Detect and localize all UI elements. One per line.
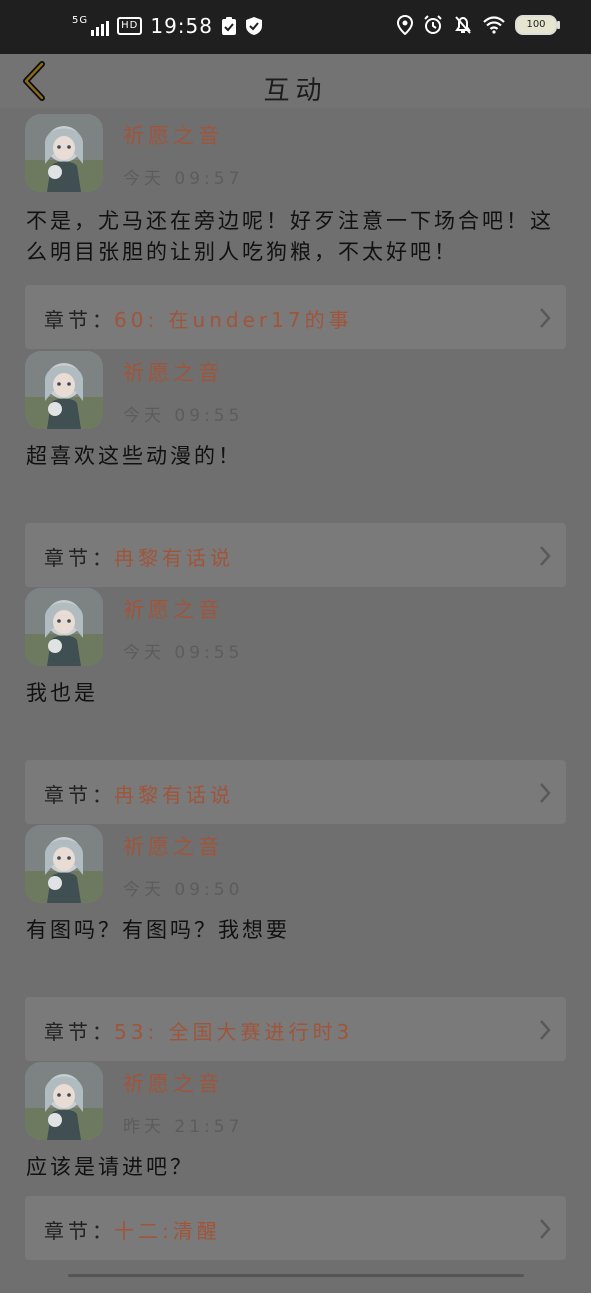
checklist-icon	[222, 17, 236, 35]
chevron-right-icon	[540, 308, 551, 328]
avatar[interactable]	[25, 114, 103, 192]
chapter-link[interactable]: 章节： 53: 全国大赛进行时3	[25, 997, 566, 1061]
chapter-name: 60: 在under17的事	[114, 308, 353, 332]
app-header: 互动	[0, 54, 591, 108]
comment-time: 昨天 21:57	[123, 1117, 244, 1137]
chapter-label: 章节：	[44, 546, 116, 570]
username[interactable]: 祈愿之音	[123, 1068, 223, 1098]
alarm-icon	[424, 15, 442, 34]
chapter-name: 53: 全国大赛进行时3	[114, 1020, 354, 1044]
username[interactable]: 祈愿之音	[123, 594, 223, 624]
chevron-right-icon	[540, 1020, 551, 1040]
comment-time: 今天 09:57	[123, 169, 244, 189]
avatar[interactable]	[25, 351, 103, 429]
comment-text: 应该是请进吧？	[26, 1155, 194, 1179]
comment-item: 祈愿之音 昨天 21:57 应该是请进吧？ 章节： 十二:清醒	[0, 1056, 591, 1293]
anime-girl-avatar-icon	[25, 1062, 103, 1140]
comment-item: 祈愿之音 今天 09:55 我也是 章节： 冉黎有话说	[0, 582, 591, 824]
battery-level: 100	[526, 19, 546, 30]
status-time: 19:58	[150, 14, 213, 38]
chevron-right-icon	[540, 546, 551, 566]
chevron-right-icon	[540, 783, 551, 803]
home-indicator[interactable]	[68, 1274, 524, 1277]
chapter-link[interactable]: 章节： 冉黎有话说	[25, 523, 566, 587]
username[interactable]: 祈愿之音	[123, 831, 223, 861]
shield-icon	[246, 17, 262, 35]
avatar[interactable]	[25, 588, 103, 666]
chapter-link[interactable]: 章节： 冉黎有话说	[25, 760, 566, 824]
chapter-name: 冉黎有话说	[114, 783, 234, 807]
comment-time: 今天 09:55	[123, 643, 244, 663]
comment-time: 今天 09:50	[123, 880, 244, 900]
comment-time: 今天 09:55	[123, 406, 244, 426]
anime-girl-avatar-icon	[25, 825, 103, 903]
comment-text: 我也是	[26, 681, 98, 705]
status-bar: 5G HD 19:58 100	[0, 0, 591, 54]
comment-text: 超喜欢这些动漫的！	[26, 444, 242, 468]
chapter-link[interactable]: 章节： 60: 在under17的事	[25, 285, 566, 349]
chapter-label: 章节：	[44, 1219, 116, 1243]
username[interactable]: 祈愿之音	[123, 357, 223, 387]
anime-girl-avatar-icon	[25, 588, 103, 666]
chevron-right-icon	[540, 1219, 551, 1239]
comment-text: 有图吗？有图吗？我想要	[26, 918, 290, 942]
comment-item: 祈愿之音 今天 09:55 超喜欢这些动漫的！ 章节： 冉黎有话说	[0, 345, 591, 587]
anime-girl-avatar-icon	[25, 114, 103, 192]
chapter-name: 十二:清醒	[114, 1219, 221, 1243]
username[interactable]: 祈愿之音	[123, 120, 223, 150]
chapter-name: 冉黎有话说	[114, 546, 234, 570]
bell-off-icon	[455, 16, 471, 34]
comment-item: 祈愿之音 今天 09:57 不是，尤马还在旁边呢！好歹注意一下场合吧！这么明目张…	[0, 108, 591, 349]
chapter-label: 章节：	[44, 308, 116, 332]
chapter-label: 章节：	[44, 1020, 116, 1044]
avatar[interactable]	[25, 1062, 103, 1140]
anime-girl-avatar-icon	[25, 351, 103, 429]
wifi-icon	[483, 16, 505, 34]
hd-badge: HD	[117, 17, 143, 35]
location-icon	[397, 15, 413, 35]
status-right: 100	[397, 15, 560, 35]
battery-icon: 100	[515, 15, 560, 35]
comment-text: 不是，尤马还在旁边呢！好歹注意一下场合吧！这么明目张胆的让别人吃狗粮，不太好吧！	[26, 209, 554, 264]
signal-icon: 5G	[72, 15, 110, 36]
network-type: 5G	[72, 15, 89, 26]
chapter-label: 章节：	[44, 783, 116, 807]
chapter-link[interactable]: 章节： 十二:清醒	[25, 1196, 566, 1260]
comment-list[interactable]: 祈愿之音 今天 09:57 不是，尤马还在旁边呢！好歹注意一下场合吧！这么明目张…	[0, 108, 591, 1293]
page-title: 互动	[263, 76, 328, 106]
comment-item: 祈愿之音 今天 09:50 有图吗？有图吗？我想要 章节： 53: 全国大赛进行…	[0, 819, 591, 1061]
status-left: 5G HD 19:58	[72, 14, 263, 38]
avatar[interactable]	[25, 825, 103, 903]
